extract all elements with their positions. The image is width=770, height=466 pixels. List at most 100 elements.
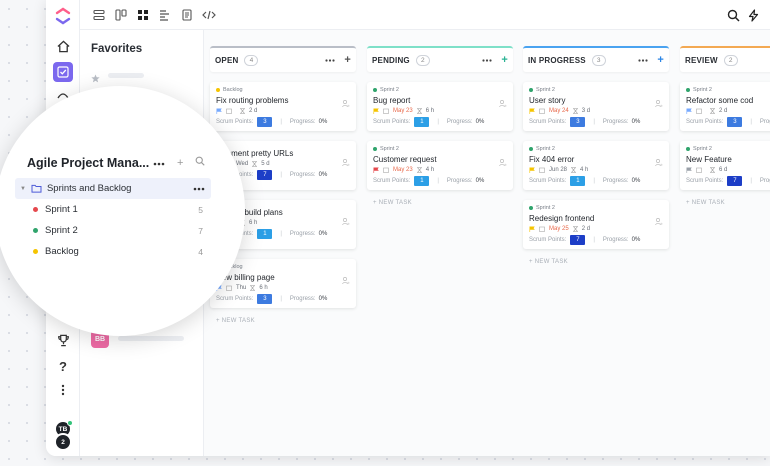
priority-flag-icon[interactable] <box>373 167 379 173</box>
tasks-icon[interactable] <box>53 62 73 82</box>
task-title[interactable]: nplement pretty URLs <box>216 149 350 158</box>
grid-view-icon[interactable] <box>134 6 152 24</box>
due-date[interactable]: May 23 <box>393 108 413 114</box>
assignee-icon[interactable] <box>341 154 350 167</box>
doc-view-icon[interactable] <box>178 6 196 24</box>
calendar-icon[interactable] <box>539 108 545 114</box>
new-task-button[interactable]: + NEW TASK <box>210 318 356 324</box>
scrum-points-value[interactable]: 3 <box>570 117 586 127</box>
calendar-icon[interactable] <box>696 108 702 114</box>
assignee-icon[interactable] <box>341 213 350 226</box>
task-card[interactable]: Sprint 2 Fix 404 error Jun 28 4 h Scrum Poin… <box>523 141 669 190</box>
plus-icon[interactable]: + <box>177 157 183 169</box>
search-icon[interactable] <box>195 156 206 169</box>
time-estimate[interactable]: 2 d <box>719 108 727 114</box>
task-title[interactable]: Redesign frontend <box>529 214 663 223</box>
task-title[interactable]: Fix 404 error <box>529 155 663 164</box>
time-estimate[interactable]: 3 d <box>582 108 590 114</box>
priority-flag-icon[interactable] <box>686 108 692 114</box>
task-card[interactable]: Sprint 2 Bug report May 23 6 h Scrum Points:… <box>367 82 513 131</box>
list-item[interactable]: Backlog 4 <box>15 241 211 262</box>
calendar-icon[interactable] <box>383 167 389 173</box>
gantt-view-icon[interactable] <box>156 6 174 24</box>
due-date[interactable]: Thu <box>236 285 246 291</box>
new-task-button[interactable]: + NEW TASK <box>367 200 513 206</box>
assignee-icon[interactable] <box>341 272 350 285</box>
assignee-icon[interactable] <box>654 154 663 167</box>
task-title[interactable]: New Feature <box>686 155 770 164</box>
task-card[interactable]: Sprint 2 Customer request May 23 4 h Scrum P… <box>367 141 513 190</box>
scrum-points-value[interactable]: 1 <box>414 176 430 186</box>
task-card[interactable]: Sprint 2 User story May 24 3 d Scrum Points:… <box>523 82 669 131</box>
help-icon[interactable]: ? <box>53 356 73 376</box>
new-task-button[interactable]: + NEW TASK <box>523 259 669 265</box>
column-more-icon[interactable] <box>638 58 648 62</box>
assignee-icon[interactable] <box>498 154 507 167</box>
due-date[interactable]: Wed <box>236 161 248 167</box>
scrum-points-value[interactable]: 1 <box>570 176 586 186</box>
priority-flag-icon[interactable] <box>529 226 535 232</box>
scrum-points-value[interactable]: 7 <box>257 170 273 180</box>
task-title[interactable]: Customer request <box>373 155 507 164</box>
task-title[interactable]: Bug report <box>373 96 507 105</box>
trophy-icon[interactable] <box>53 330 73 350</box>
column-add-icon[interactable]: + <box>657 54 664 66</box>
time-estimate[interactable]: 5 d <box>261 161 269 167</box>
task-title[interactable]: Fix routing problems <box>216 96 350 105</box>
due-date[interactable]: May 25 <box>549 226 569 232</box>
search-icon[interactable] <box>724 6 742 24</box>
task-card[interactable]: Backlog Fix routing problems 2 d Scrum Poin… <box>210 82 356 131</box>
priority-flag-icon[interactable] <box>529 167 535 173</box>
column-add-icon[interactable]: + <box>344 54 351 66</box>
star-icon[interactable] <box>91 70 100 88</box>
lightning-icon[interactable] <box>744 6 762 24</box>
more-icon[interactable] <box>153 157 165 169</box>
task-card[interactable]: Sprint 2 New Feature 6 d Scrum Points: 7 | Pro… <box>680 141 770 190</box>
folder-more-icon[interactable] <box>193 187 211 191</box>
column-add-icon[interactable]: + <box>501 54 508 66</box>
scrum-points-value[interactable]: 3 <box>727 117 743 127</box>
time-estimate[interactable]: 6 d <box>719 167 727 173</box>
scrum-points-value[interactable]: 3 <box>257 294 273 304</box>
time-estimate[interactable]: 6 h <box>249 220 257 226</box>
time-estimate[interactable]: 4 h <box>426 167 434 173</box>
calendar-icon[interactable] <box>539 226 545 232</box>
folder-sprints-and-backlog[interactable]: ▼ Sprints and Backlog <box>15 178 211 199</box>
space-title[interactable]: Agile Project Mana... <box>27 156 149 170</box>
caret-down-icon[interactable]: ▼ <box>20 186 26 192</box>
assignee-icon[interactable] <box>654 95 663 108</box>
task-title[interactable]: User story <box>529 96 663 105</box>
assignee-icon[interactable] <box>654 213 663 226</box>
task-card[interactable]: Sprint 2 Redesign frontend May 25 2 d Scrum … <box>523 200 669 249</box>
scrum-points-value[interactable]: 3 <box>257 117 273 127</box>
time-estimate[interactable]: 2 d <box>582 226 590 232</box>
task-title[interactable]: Refactor some cod <box>686 96 770 105</box>
more-vertical-icon[interactable] <box>53 380 73 400</box>
notification-badge[interactable]: 2 <box>54 433 72 451</box>
clickup-logo-icon[interactable] <box>53 6 73 26</box>
due-date[interactable]: May 23 <box>393 167 413 173</box>
board-view-icon[interactable] <box>112 6 130 24</box>
list-view-icon[interactable] <box>90 6 108 24</box>
scrum-points-value[interactable]: 7 <box>570 235 586 245</box>
due-date[interactable]: Jun 28 <box>549 167 567 173</box>
column-more-icon[interactable] <box>325 58 335 62</box>
scrum-points-value[interactable]: 1 <box>257 229 273 239</box>
list-item[interactable]: Sprint 1 5 <box>15 199 211 220</box>
task-title[interactable]: New billing page <box>216 273 350 282</box>
due-date[interactable]: May 24 <box>549 108 569 114</box>
priority-flag-icon[interactable] <box>373 108 379 114</box>
time-estimate[interactable]: 2 d <box>249 108 257 114</box>
home-icon[interactable] <box>53 36 73 56</box>
embed-view-icon[interactable] <box>200 6 218 24</box>
list-item[interactable]: Sprint 2 7 <box>15 220 211 241</box>
task-card[interactable]: Sprint 2 Refactor some cod 2 d Scrum Points… <box>680 82 770 131</box>
priority-flag-icon[interactable] <box>216 108 222 114</box>
scrum-points-value[interactable]: 1 <box>414 117 430 127</box>
time-estimate[interactable]: 4 h <box>580 167 588 173</box>
assignee-icon[interactable] <box>341 95 350 108</box>
scrum-points-value[interactable]: 7 <box>727 176 743 186</box>
priority-flag-icon[interactable] <box>529 108 535 114</box>
assignee-icon[interactable] <box>498 95 507 108</box>
new-task-button[interactable]: + NEW TASK <box>680 200 770 206</box>
